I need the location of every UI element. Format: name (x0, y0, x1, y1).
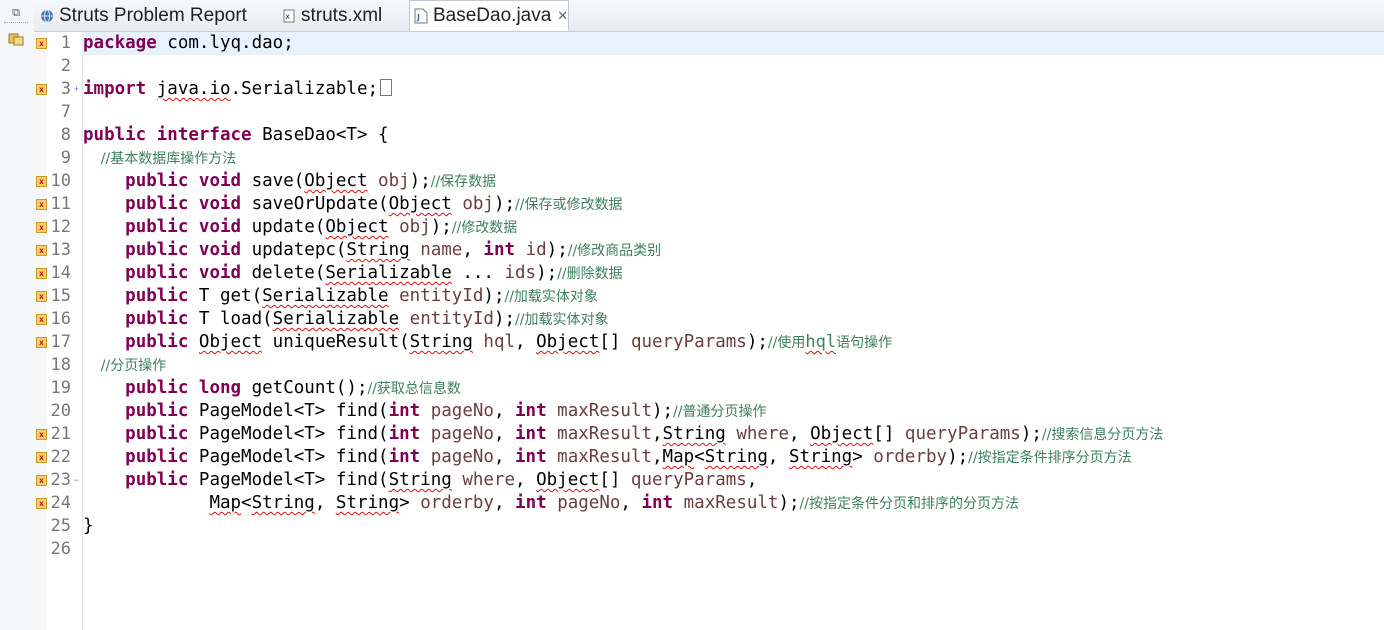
collapsed-imports-box[interactable] (380, 79, 393, 96)
line-number: 1 (60, 33, 71, 53)
globe-icon (40, 9, 54, 23)
line-number: 8 (60, 125, 71, 145)
java-file-icon: J (414, 8, 428, 23)
xml-file-icon: x (282, 9, 296, 23)
code-text: public Object uniqueResult(String hql, O… (125, 332, 893, 352)
code-text: public interface BaseDao<T> { (83, 125, 389, 145)
code-text: public PageModel<T> find(int pageNo, int… (125, 447, 1132, 467)
line-number: 12 (50, 217, 71, 237)
code-text: public void delete(Serializable ... ids)… (125, 263, 623, 283)
error-marker-icon[interactable]: x (36, 84, 47, 95)
line-number: 20 (50, 401, 71, 421)
package-explorer-icon[interactable] (6, 30, 26, 48)
code-text: public T get(Serializable entityId);//加载… (125, 286, 598, 306)
tab-struts-xml[interactable]: x struts.xml (282, 0, 382, 31)
line-number: 11 (50, 194, 71, 214)
line-number: 15 (50, 286, 71, 306)
code-text: public PageModel<T> find(String where, O… (125, 470, 758, 490)
code-text: public void update(Object obj);//修改数据 (125, 217, 518, 237)
restore-icon[interactable]: ⧉ (6, 4, 26, 22)
tab-struts-problem-report[interactable]: Struts Problem Report (40, 0, 247, 31)
tab-label: Struts Problem Report (59, 4, 247, 26)
error-marker-icon[interactable]: x (36, 291, 47, 302)
error-marker-icon[interactable]: x (36, 498, 47, 509)
line-number: 16 (50, 309, 71, 329)
line-number: 7 (60, 102, 71, 122)
error-marker-icon[interactable]: x (36, 452, 47, 463)
code-text: public void save(Object obj);//保存数据 (125, 171, 497, 191)
code-text: public void updatepc(String name, int id… (125, 240, 662, 260)
code-text: public void saveOrUpdate(Object obj);//保… (125, 194, 623, 214)
code-text: Map<String, String> orderby, int pageNo,… (209, 493, 1019, 513)
strip-separator (4, 22, 28, 23)
line-number: 26 (50, 539, 71, 559)
line-number: 24 (50, 493, 71, 513)
line-number: 21 (50, 424, 71, 444)
line-number: 17 (50, 332, 71, 352)
code-text: public long getCount();//获取总信息数 (125, 378, 461, 398)
code-text: import java.io.Serializable; (83, 78, 393, 101)
code-text: public PageModel<T> find(int pageNo, int… (125, 401, 767, 421)
error-marker-icon[interactable]: x (36, 38, 47, 49)
line-number: 23 (50, 470, 71, 490)
line-number: 10 (50, 171, 71, 191)
code-text: //分页操作 (83, 358, 167, 374)
line-number: 25 (50, 516, 71, 536)
line-number: 18 (50, 355, 71, 375)
editor-tab-bar: Struts Problem Report x struts.xml J Bas… (34, 0, 1384, 32)
code-text: } (83, 516, 94, 536)
svg-text:x: x (285, 12, 290, 21)
code-text: public PageModel<T> find(int pageNo, int… (125, 424, 1164, 444)
tab-label: BaseDao.java (433, 4, 552, 26)
error-marker-icon[interactable]: x (36, 245, 47, 256)
svg-text:J: J (416, 13, 420, 22)
error-marker-icon[interactable]: x (36, 429, 47, 440)
error-marker-icon[interactable]: x (36, 176, 47, 187)
error-marker-icon[interactable]: x (36, 337, 47, 348)
line-number: 3 (60, 79, 71, 99)
error-marker-icon[interactable]: x (36, 222, 47, 233)
line-number: 19 (50, 378, 71, 398)
expand-fold-icon[interactable]: + (72, 85, 81, 94)
tab-label: struts.xml (301, 4, 383, 26)
close-icon[interactable]: ✕ (557, 8, 568, 24)
tab-basedao-java[interactable]: J BaseDao.java ✕ (409, 0, 569, 31)
error-marker-icon[interactable]: x (36, 475, 47, 486)
collapse-fold-icon[interactable]: − (72, 476, 81, 485)
minimized-view-strip: ⧉ (0, 0, 35, 630)
line-number: 2 (60, 56, 71, 76)
line-number: 22 (50, 447, 71, 467)
overview-ruler (34, 32, 47, 630)
code-text: package com.lyq.dao; (83, 33, 294, 53)
code-text: public T load(Serializable entityId);//加… (125, 309, 609, 329)
error-marker-icon[interactable]: x (36, 199, 47, 210)
java-editor[interactable]: x 1 package com.lyq.dao; 2 x 3 + import … (34, 32, 1384, 630)
line-number: 14 (50, 263, 71, 283)
error-marker-icon[interactable]: x (36, 314, 47, 325)
code-text: //基本数据库操作方法 (83, 151, 237, 167)
line-number: 13 (50, 240, 71, 260)
error-marker-icon[interactable]: x (36, 268, 47, 279)
line-number: 9 (60, 148, 71, 168)
